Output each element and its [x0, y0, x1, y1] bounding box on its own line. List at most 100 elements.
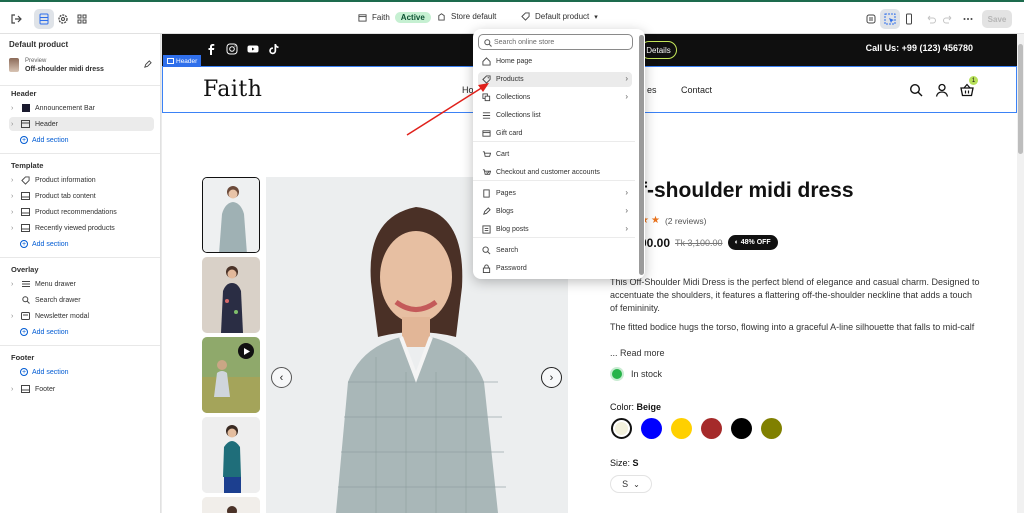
product-price: 00.00 Tk 3,100.00 ◐ 48% OFF [640, 235, 778, 250]
color-swatch[interactable] [761, 418, 782, 439]
product-rating[interactable]: ★★ (2 reviews) [640, 215, 707, 226]
menu-item-blog-posts[interactable]: Blog posts › [478, 222, 632, 237]
divider [0, 153, 160, 154]
home-icon [482, 57, 491, 66]
next-image-button[interactable]: › [541, 367, 562, 388]
more-icon[interactable] [958, 9, 978, 29]
menu-item-label: Blogs [496, 208, 514, 215]
menu-item-label: Home page [496, 58, 533, 65]
store-selector[interactable]: Faith Active [358, 12, 431, 23]
menu-item-collections-list[interactable]: Collections list [478, 108, 632, 123]
cart-icon[interactable] [960, 83, 974, 97]
tag-icon [482, 75, 491, 84]
youtube-icon[interactable] [246, 42, 260, 56]
section-newsletter-modal[interactable]: › Newsletter modal [9, 309, 154, 323]
select-cursor-icon[interactable] [880, 9, 900, 29]
color-swatch[interactable] [641, 418, 662, 439]
add-section-label: Add section [32, 240, 69, 248]
menu-item-gift-card[interactable]: Gift card [478, 126, 632, 141]
nav-link-contact[interactable]: Contact [681, 85, 712, 95]
product-thumbnail[interactable] [202, 257, 260, 333]
color-swatch[interactable] [671, 418, 692, 439]
size-select[interactable]: S ⌄ [610, 475, 652, 493]
theme-settings-icon[interactable] [53, 9, 73, 29]
theme-icon [438, 13, 445, 21]
mobile-preview-icon[interactable] [899, 9, 919, 29]
section-product-recommendations[interactable]: › Product recommendations [9, 205, 154, 219]
menu-item-collections[interactable]: Collections › [478, 90, 632, 105]
search-online-store-input[interactable]: Search online store [478, 34, 633, 50]
color-swatch[interactable] [701, 418, 722, 439]
template-label: Default product [535, 12, 590, 21]
compare-price: Tk 3,100.00 [675, 237, 723, 248]
theme-selector[interactable]: Store default [437, 12, 496, 21]
link-picker-menu: Search online store Home page Products › Co… [473, 29, 645, 279]
product-title: f-shoulder midi dress [640, 179, 854, 202]
product-thumbnail[interactable] [202, 177, 260, 253]
preview-scrollbar[interactable] [1017, 34, 1024, 513]
section-label: Header [35, 120, 58, 128]
section-menu-drawer[interactable]: › Menu drawer [9, 277, 154, 291]
section-footer[interactable]: › Footer [9, 382, 154, 396]
store-logo[interactable]: Faith [203, 77, 262, 102]
chevron-right-icon: › [625, 92, 628, 101]
menu-item-home-page[interactable]: Home page [478, 54, 632, 69]
plus-circle-icon: + [20, 240, 28, 248]
menu-item-label: Checkout and customer accounts [496, 169, 600, 176]
section-product-information[interactable]: › Product information [9, 173, 154, 187]
chevron-right-icon: › [625, 206, 628, 215]
section-product-tab-content[interactable]: › Product tab content [9, 189, 154, 203]
menu-item-cart[interactable]: Cart [478, 147, 632, 162]
color-swatch[interactable] [731, 418, 752, 439]
add-section-button[interactable]: + Add section [20, 240, 69, 248]
section-announcement-bar[interactable]: › Announcement Bar [9, 101, 154, 115]
instagram-icon[interactable] [225, 42, 239, 56]
search-icon[interactable] [909, 83, 923, 97]
section-recently-viewed-products[interactable]: › Recently viewed products [9, 221, 154, 235]
menu-item-products[interactable]: Products › [478, 72, 632, 87]
add-section-button[interactable]: + Add section [20, 328, 69, 336]
section-label: Product information [35, 176, 96, 184]
plus-circle-icon: + [20, 328, 28, 336]
preview-value: Off-shoulder midi dress [25, 66, 104, 73]
menu-item-blogs[interactable]: Blogs › [478, 204, 632, 219]
sections-icon[interactable] [34, 9, 54, 29]
tiktok-icon[interactable] [267, 42, 281, 56]
product-thumbnail[interactable] [202, 497, 260, 513]
inspector-icon[interactable] [861, 9, 881, 29]
add-section-button[interactable]: + Add section [20, 136, 69, 144]
menu-item-password[interactable]: Password [478, 261, 632, 276]
product-video-thumbnail[interactable] [202, 337, 260, 413]
menu-item-pages[interactable]: Pages › [478, 186, 632, 201]
details-button[interactable]: Details [640, 41, 677, 59]
nav-link-pages[interactable]: es [647, 85, 657, 95]
read-more-link[interactable]: ... Read more [610, 347, 980, 360]
edit-icon[interactable] [143, 60, 152, 69]
color-swatch[interactable] [611, 418, 632, 439]
play-icon[interactable] [238, 343, 254, 359]
menu-icon [20, 280, 31, 289]
blog-icon [483, 207, 491, 215]
facebook-icon[interactable] [204, 42, 218, 56]
search-icon [20, 296, 31, 305]
menu-scrollbar[interactable] [639, 35, 644, 275]
template-selector[interactable]: Default product ▾ [521, 12, 598, 21]
stock-label: In stock [631, 369, 663, 379]
apps-icon[interactable] [72, 9, 92, 29]
exit-icon[interactable] [6, 9, 26, 29]
redo-icon[interactable] [938, 9, 958, 29]
section-search-drawer[interactable]: Search drawer [9, 293, 154, 307]
product-thumbnail [9, 58, 19, 72]
account-icon[interactable] [935, 83, 949, 97]
search-placeholder: Search online store [494, 38, 555, 46]
save-button[interactable]: Save [982, 10, 1012, 28]
menu-item-checkout-and-customer-accounts[interactable]: Checkout and customer accounts [478, 165, 632, 180]
product-thumbnail[interactable] [202, 417, 260, 493]
section-header[interactable]: › Header [9, 117, 154, 131]
menu-item-search[interactable]: Search [478, 243, 632, 258]
preview-selector[interactable]: Preview Off-shoulder midi dress [9, 58, 154, 76]
previous-image-button[interactable]: ‹ [271, 367, 292, 388]
section-icon [20, 224, 31, 233]
nav-link-home[interactable]: Ho [462, 85, 474, 95]
add-section-button[interactable]: + Add section [20, 368, 69, 376]
